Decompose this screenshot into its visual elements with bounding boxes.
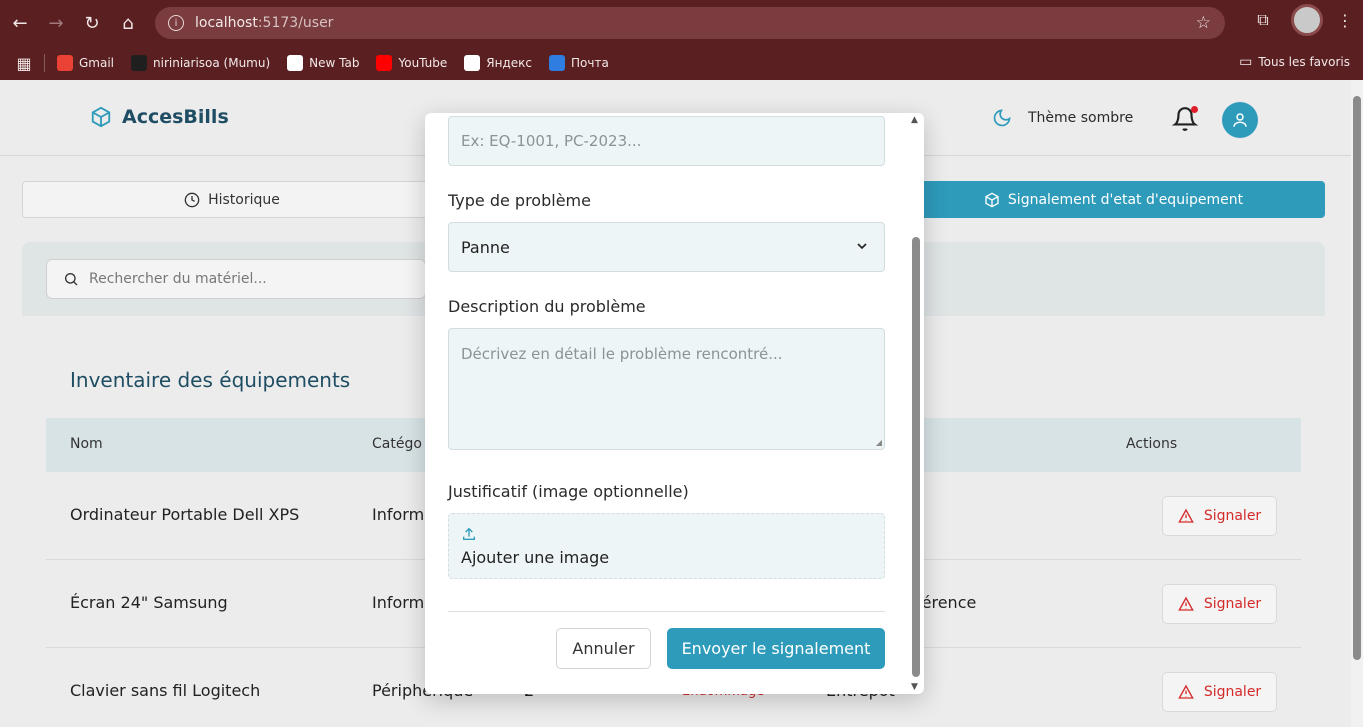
upload-label: Ajouter une image bbox=[461, 548, 610, 567]
moon-icon bbox=[993, 109, 1011, 127]
back-button[interactable]: ← bbox=[2, 5, 38, 41]
bookmarks-divider bbox=[44, 54, 45, 72]
brand-logo[interactable]: AccesBills bbox=[90, 106, 229, 128]
browser-toolbar: ← → ↻ ⌂ i localhost:5173/user ☆ ⧉ ⋮ bbox=[0, 0, 1363, 46]
bookmark-label: niriniarisoa (Mumu) bbox=[153, 56, 271, 70]
search-placeholder: Rechercher du matériel... bbox=[89, 271, 267, 287]
warning-icon bbox=[1178, 596, 1194, 611]
modal-divider bbox=[448, 611, 885, 612]
url-text: localhost:5173/user bbox=[195, 15, 334, 31]
address-bar[interactable]: i localhost:5173/user ☆ bbox=[155, 7, 1225, 39]
report-button-label: Signaler bbox=[1203, 684, 1262, 700]
gmail-icon bbox=[57, 55, 73, 71]
profile-avatar[interactable] bbox=[1291, 4, 1323, 36]
scroll-up-icon[interactable]: ▲ bbox=[911, 115, 918, 125]
bookmark-item[interactable]: YouTube bbox=[376, 55, 447, 71]
tab-equipment-report[interactable]: Signalement d'etat d'equipement bbox=[902, 181, 1325, 218]
notification-dot bbox=[1191, 106, 1198, 113]
problem-type-value: Panne bbox=[461, 237, 510, 257]
column-actions: Actions bbox=[1126, 436, 1178, 452]
forward-button[interactable]: → bbox=[38, 5, 74, 41]
equipment-reference-input[interactable]: Ex: EQ-1001, PC-2023... bbox=[448, 116, 885, 166]
description-placeholder: Décrivez en détail le problème rencontré… bbox=[461, 345, 783, 363]
scroll-down-icon[interactable]: ▼ bbox=[911, 682, 918, 692]
bookmark-star-icon[interactable]: ☆ bbox=[1196, 13, 1211, 33]
chevron-down-icon bbox=[857, 243, 867, 250]
column-name: Nom bbox=[70, 436, 103, 452]
description-textarea[interactable]: Décrivez en détail le problème rencontré… bbox=[448, 328, 885, 450]
bookmark-item[interactable]: niriniarisoa (Mumu) bbox=[131, 55, 270, 71]
tab-history-label: Historique bbox=[208, 191, 280, 208]
submit-report-button[interactable]: Envoyer le signalement bbox=[667, 628, 885, 669]
all-bookmarks-label: Tous les favoris bbox=[1258, 55, 1350, 69]
report-button[interactable]: Signaler bbox=[1162, 496, 1277, 536]
report-button-label: Signaler bbox=[1203, 508, 1262, 524]
bookmark-label: Почта bbox=[571, 56, 609, 70]
theme-label: Thème sombre bbox=[1028, 110, 1134, 126]
modal-scrollbar-thumb[interactable] bbox=[912, 237, 920, 677]
description-label: Description du problème bbox=[448, 297, 646, 316]
brand-name: AccesBills bbox=[122, 106, 229, 128]
cell-category: Inform bbox=[372, 593, 425, 612]
resize-grip-icon[interactable]: ◢ bbox=[876, 438, 882, 447]
user-icon bbox=[1233, 113, 1247, 127]
tab-history[interactable]: Historique bbox=[22, 181, 442, 218]
bookmark-item[interactable]: Яндекс bbox=[464, 55, 532, 71]
report-button[interactable]: Signaler bbox=[1162, 672, 1277, 712]
problem-type-select[interactable]: Panne bbox=[448, 222, 885, 272]
search-input[interactable]: Rechercher du matériel... bbox=[46, 259, 426, 299]
cell-name: Écran 24" Samsung bbox=[70, 593, 228, 612]
bookmark-label: YouTube bbox=[398, 56, 448, 70]
extensions-icon[interactable]: ⧉ bbox=[1249, 6, 1277, 34]
clock-icon bbox=[184, 192, 200, 207]
report-button[interactable]: Signaler bbox=[1162, 584, 1277, 624]
warning-icon bbox=[1178, 684, 1194, 699]
image-upload-dropzone[interactable]: Ajouter une image bbox=[448, 513, 885, 579]
bookmark-item[interactable]: Gmail bbox=[57, 55, 114, 71]
page-scrollbar-thumb[interactable] bbox=[1353, 96, 1361, 660]
cell-category: Inform bbox=[372, 505, 425, 524]
cell-name: Clavier sans fil Logitech bbox=[70, 681, 261, 700]
menu-kebab-icon[interactable]: ⋮ bbox=[1331, 6, 1359, 34]
tab-report-label: Signalement d'etat d'equipement bbox=[1007, 191, 1244, 208]
bookmark-label: Gmail bbox=[79, 56, 115, 70]
theme-toggle[interactable]: Thème sombre bbox=[992, 108, 1133, 128]
bookmark-item[interactable]: New Tab bbox=[287, 55, 359, 71]
yandex-icon bbox=[464, 55, 481, 71]
youtube-icon bbox=[376, 55, 393, 71]
search-icon bbox=[65, 273, 78, 286]
mail-icon bbox=[549, 55, 565, 71]
notifications-button[interactable] bbox=[1171, 106, 1199, 136]
user-avatar[interactable] bbox=[1222, 102, 1258, 138]
cancel-button[interactable]: Annuler bbox=[556, 628, 651, 669]
warning-icon bbox=[1178, 508, 1194, 523]
github-icon bbox=[131, 55, 148, 71]
cell-name: Ordinateur Portable Dell XPS bbox=[70, 505, 300, 524]
chrome-icon bbox=[287, 55, 304, 71]
inventory-title: Inventaire des équipements bbox=[70, 368, 351, 392]
bookmark-label: Яндекс bbox=[486, 56, 532, 70]
proof-label: Justificatif (image optionnelle) bbox=[448, 482, 689, 501]
home-button[interactable]: ⌂ bbox=[110, 5, 146, 41]
modal-scrollbar[interactable]: ▲ ▼ bbox=[911, 115, 920, 692]
report-button-label: Signaler bbox=[1203, 596, 1262, 612]
reference-placeholder: Ex: EQ-1001, PC-2023... bbox=[461, 132, 642, 150]
cell-location: férence bbox=[916, 593, 977, 612]
site-info-icon[interactable]: i bbox=[161, 15, 191, 31]
bookmarks-bar: ▦ Gmail niriniarisoa (Mumu) New Tab YouTube… bbox=[0, 46, 1363, 80]
all-bookmarks[interactable]: ▭ Tous les favoris bbox=[1239, 54, 1350, 70]
reload-button[interactable]: ↻ bbox=[74, 5, 110, 41]
box-icon bbox=[985, 192, 999, 207]
column-category: Catégo bbox=[372, 436, 422, 452]
bookmark-label: New Tab bbox=[309, 56, 360, 70]
apps-grid-icon[interactable]: ▦ bbox=[10, 49, 38, 77]
folder-icon: ▭ bbox=[1239, 54, 1253, 70]
bookmark-item[interactable]: Почта bbox=[549, 55, 609, 71]
page-scrollbar[interactable] bbox=[1351, 80, 1363, 727]
upload-icon bbox=[463, 527, 475, 540]
problem-type-label: Type de problème bbox=[448, 191, 591, 210]
box-icon bbox=[91, 106, 111, 128]
report-modal: Ex: EQ-1001, PC-2023... Type de problème… bbox=[425, 113, 924, 694]
